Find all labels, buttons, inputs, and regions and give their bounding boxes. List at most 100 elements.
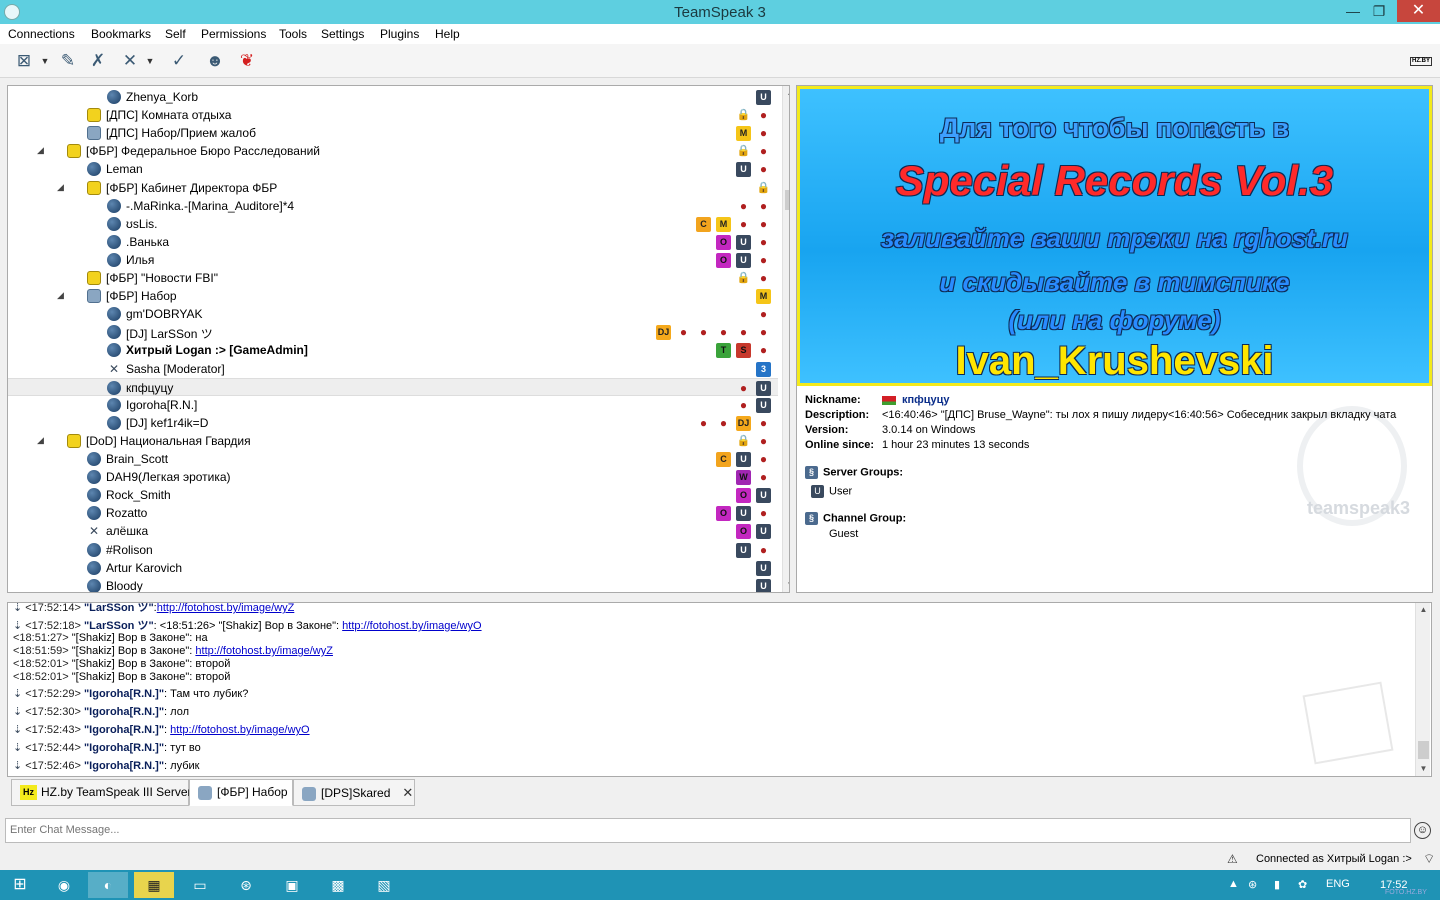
scroll-thumb[interactable]: [1418, 741, 1429, 759]
scroll-up-icon[interactable]: ▲: [783, 86, 789, 100]
expand-arrow-icon[interactable]: ◢: [57, 182, 64, 193]
scroll-thumb[interactable]: [785, 190, 789, 210]
chat-nickname[interactable]: "Igoroha[R.N.]": [84, 688, 164, 700]
client-row[interactable]: .Ванька O U ●: [8, 233, 778, 251]
language-indicator[interactable]: ENG: [1326, 878, 1350, 890]
channel-row[interactable]: [ФБР] "Новости FBI" 🔒 ●: [8, 269, 778, 287]
client-row[interactable]: #Rolison U ●: [8, 541, 778, 559]
maximize-button[interactable]: ❐: [1366, 0, 1392, 22]
incoming-arrow-icon: ⇣: [13, 706, 23, 718]
scroll-down-icon[interactable]: ▼: [783, 578, 789, 592]
menu-bookmarks[interactable]: Bookmarks: [91, 27, 151, 41]
windows-start-icon[interactable]: ⊞: [0, 872, 40, 898]
client-row[interactable]: DAH9(Легкая эротика) W ●: [8, 468, 778, 486]
client-row[interactable]: -.MaRinka.-[Marina_Auditore]*4 ● ●: [8, 197, 778, 215]
chat-icon[interactable]: ✓: [167, 50, 191, 72]
client-row[interactable]: Rozatto O U ●: [8, 504, 778, 522]
client-row[interactable]: Илья O U ●: [8, 251, 778, 269]
plugin-icon[interactable]: ❦: [235, 50, 259, 72]
teamspeak-taskbar-icon[interactable]: ◐: [88, 872, 128, 898]
tray-chevron-icon[interactable]: ▲: [1228, 878, 1239, 890]
scroll-up-icon[interactable]: ▲: [1416, 603, 1431, 617]
console-icon[interactable]: ▣: [272, 872, 312, 898]
tab-server[interactable]: Hz HZ.by TeamSpeak III Server: [11, 779, 192, 806]
chat-scrollbar[interactable]: ▲ ▼: [1415, 603, 1430, 776]
client-row[interactable]: [DJ] LarSSon ツ DJ ● ● ● ● ●: [8, 323, 778, 341]
expand-arrow-icon[interactable]: ◢: [37, 435, 44, 446]
mute-microphone-icon[interactable]: ✗: [86, 50, 110, 72]
tab-channel[interactable]: [ФБР] Набор: [189, 779, 293, 806]
mute-speakers-icon[interactable]: ✕: [118, 50, 142, 72]
file-explorer-icon[interactable]: ▭: [180, 872, 220, 898]
expand-arrow-icon[interactable]: ◢: [57, 290, 64, 301]
client-row[interactable]: Brain_Scott C U ●: [8, 450, 778, 468]
chevron-down-icon[interactable]: ▼: [40, 50, 50, 72]
chat-nickname[interactable]: "Igoroha[R.N.]": [84, 742, 164, 754]
tree-item-label: Bloody: [106, 578, 143, 593]
client-row[interactable]: [DJ] kef1r4ik=D ● ● DJ ●: [8, 414, 778, 432]
chat-nickname[interactable]: "LarSSon ツ": [84, 603, 154, 614]
client-row[interactable]: Хитрый Logan :> [GameAdmin] T S ●: [8, 341, 778, 359]
channel-row[interactable]: [ДПС] Набор/Прием жалоб M ●: [8, 124, 778, 142]
close-button[interactable]: ✕: [1397, 0, 1440, 22]
channel-row[interactable]: ◢ [DoD] Национальная Гвардия 🔒 ●: [8, 432, 778, 450]
media-player-icon[interactable]: ▦: [134, 872, 174, 898]
chat-link[interactable]: http://fotohost.by/image/wyZ: [195, 645, 333, 657]
chat-link[interactable]: http://fotohost.by/image/wyO: [342, 620, 481, 632]
chat-link[interactable]: http://fotohost.by/image/wyO: [170, 724, 309, 736]
expand-arrow-icon[interactable]: ◢: [37, 145, 44, 156]
toolbar: ⊠ ▼ ✎ ✗ ✕ ▼ ✓ ☻ ❦ HZ.BY: [0, 44, 1440, 78]
channel-row[interactable]: ◢ [ФБР] Набор M: [8, 287, 778, 305]
client-row[interactable]: Igoroha[R.N.] ● U: [8, 396, 778, 414]
menu-connections[interactable]: Connections: [8, 27, 75, 41]
game-icon[interactable]: ▩: [318, 872, 358, 898]
client-row[interactable]: Leman U ●: [8, 160, 778, 178]
menu-settings[interactable]: Settings: [321, 27, 364, 41]
chevron-down-icon[interactable]: ▼: [145, 50, 155, 72]
chat-input-box[interactable]: [5, 818, 1411, 843]
close-tab-icon[interactable]: ✕: [402, 785, 413, 800]
minimize-button[interactable]: —: [1340, 0, 1366, 22]
tree-item-label: [ФБР] Кабинет Директора ФБР: [106, 180, 278, 195]
emoticon-icon[interactable]: ☺: [1414, 822, 1431, 839]
tray-app-icon[interactable]: ✿: [1298, 878, 1307, 891]
tab-private[interactable]: [DPS]Skared ✕: [293, 779, 415, 806]
client-row[interactable]: ✕ Sasha [Moderator] 3: [8, 360, 778, 378]
chrome-icon[interactable]: ◉: [44, 872, 84, 898]
client-row[interactable]: Rock_Smith O U: [8, 486, 778, 504]
menu-permissions[interactable]: Permissions: [201, 27, 266, 41]
game-2-icon[interactable]: ▧: [364, 872, 404, 898]
client-row[interactable]: кпфцуцу ● U: [8, 377, 778, 396]
client-row[interactable]: Zhenya_Korb U: [8, 88, 778, 106]
chat-nickname[interactable]: "LarSSon ツ": [84, 620, 154, 632]
tray-network-icon[interactable]: ▮: [1274, 878, 1280, 891]
menu-tools[interactable]: Tools: [279, 27, 307, 41]
menu-self[interactable]: Self: [165, 27, 186, 41]
chat-link[interactable]: http://fotohost.by/image/wyZ: [157, 603, 295, 614]
scroll-down-icon[interactable]: ▼: [1416, 762, 1431, 776]
warning-icon[interactable]: ⚠: [1227, 852, 1238, 866]
client-row[interactable]: Bloody U: [8, 577, 778, 593]
steam-icon[interactable]: ⊛: [226, 872, 266, 898]
tree-scrollbar[interactable]: ▲ ▼: [782, 86, 789, 592]
menu-plugins[interactable]: Plugins: [380, 27, 419, 41]
contacts-icon[interactable]: ☻: [203, 50, 227, 72]
channel-row[interactable]: [ДПС] Комната отдыха 🔒 ●: [8, 106, 778, 124]
chat-nickname[interactable]: "Igoroha[R.N.]": [84, 760, 164, 772]
client-row[interactable]: ʊsLis. C M ● ●: [8, 215, 778, 233]
menu-help[interactable]: Help: [435, 27, 460, 41]
tree-item-label: [ДПС] Набор/Прием жалоб: [106, 126, 256, 141]
channel-row[interactable]: ◢ [ФБР] Федеральное Бюро Расследований 🔒 ●: [8, 142, 778, 160]
tray-steam-icon[interactable]: ⊛: [1248, 878, 1257, 891]
custom-badge-icon: ●: [759, 506, 768, 521]
client-status-icon: [107, 325, 121, 340]
chat-message-input[interactable]: [10, 824, 1410, 836]
channel-row[interactable]: ◢ [ФБР] Кабинет Директора ФБР 🔒: [8, 179, 778, 197]
client-row[interactable]: gm'DOBRYAK ●: [8, 305, 778, 323]
away-icon[interactable]: ✎: [56, 50, 80, 72]
disconnect-icon[interactable]: ⊠: [12, 50, 36, 72]
chat-nickname[interactable]: "Igoroha[R.N.]": [84, 724, 164, 736]
client-row[interactable]: Artur Karovich U: [8, 559, 778, 577]
client-row[interactable]: ✕ алёшка O U: [8, 522, 778, 540]
chat-nickname[interactable]: "Igoroha[R.N.]": [84, 706, 164, 718]
